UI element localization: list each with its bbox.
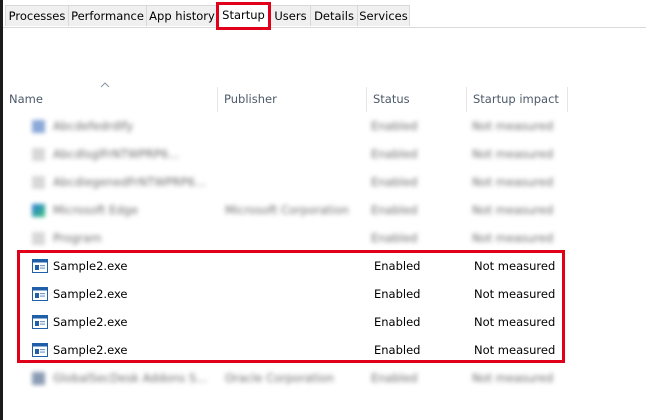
column-header-status[interactable]: Status (367, 87, 466, 112)
row-name: Sample2.exe (53, 315, 128, 329)
table-row[interactable]: Sample2.exe Enabled Not measured (3, 336, 646, 364)
tab-startup[interactable]: Startup (217, 2, 270, 29)
row-impact: Not measured (474, 343, 556, 357)
row-impact: Not measured (472, 175, 554, 189)
row-impact: Not measured (474, 287, 556, 301)
row-name: GlobalSecDesk Addons S... (53, 371, 208, 385)
application-window-icon (32, 259, 48, 273)
tab-app-history[interactable]: App history (146, 5, 218, 26)
table-row[interactable]: AbcdiegenedFrNTWPRP6... Enabled Not meas… (3, 168, 646, 196)
column-header-publisher[interactable]: Publisher (218, 87, 366, 112)
row-name: AbcdlsglFrNTWPRP6... (53, 147, 180, 161)
application-window-icon (32, 287, 48, 301)
row-impact: Not measured (472, 147, 554, 161)
row-name: Sample2.exe (53, 343, 128, 357)
row-publisher: Microsoft Corporation (225, 203, 349, 217)
table-row[interactable]: Sample2.exe Enabled Not measured (3, 308, 646, 336)
row-status: Enabled (371, 203, 418, 217)
row-name: AbcdiegenedFrNTWPRP6... (53, 175, 206, 189)
row-impact: Not measured (474, 259, 556, 273)
table-row[interactable]: Microsoft Edge Microsoft Corporation Ena… (3, 196, 646, 224)
table-row[interactable]: Sample2.exe Enabled Not measured (3, 280, 646, 308)
table-row[interactable]: GlobalSecDesk Addons S... Oracle Corpora… (3, 364, 646, 392)
row-status: Enabled (371, 371, 418, 385)
row-status: Enabled (371, 119, 418, 133)
row-name: AbcdefedrdIfy (53, 119, 134, 133)
row-impact: Not measured (472, 231, 554, 245)
row-status: Enabled (374, 343, 421, 357)
row-name: Sample2.exe (53, 287, 128, 301)
row-impact: Not measured (472, 203, 554, 217)
app-icon (32, 372, 45, 385)
app-icon (32, 120, 45, 133)
column-header-name[interactable]: Name (3, 87, 217, 112)
tab-services[interactable]: Services (357, 5, 410, 26)
row-status: Enabled (374, 315, 421, 329)
application-window-icon (32, 315, 48, 329)
row-impact: Not measured (474, 315, 556, 329)
table-row[interactable]: AbcdefedrdIfy Enabled Not measured (3, 112, 646, 140)
row-status: Enabled (371, 231, 418, 245)
row-name: Microsoft Edge (53, 203, 138, 217)
row-impact: Not measured (472, 119, 554, 133)
row-status: Enabled (371, 175, 418, 189)
row-status: Enabled (374, 259, 421, 273)
table-row[interactable]: AbcdlsglFrNTWPRP6... Enabled Not measure… (3, 140, 646, 168)
table-row[interactable]: Sample2.exe Enabled Not measured (3, 252, 646, 280)
app-icon (32, 232, 45, 245)
app-icon (32, 176, 45, 189)
tab-strip-divider (3, 27, 646, 28)
tab-users[interactable]: Users (270, 5, 311, 26)
application-window-icon (32, 343, 48, 357)
tab-processes[interactable]: Processes (5, 5, 69, 26)
row-name: Program (53, 231, 102, 245)
table-row[interactable]: Program Enabled Not measured (3, 224, 646, 252)
app-icon (32, 148, 45, 161)
row-status: Enabled (374, 287, 421, 301)
row-impact: Not measured (472, 371, 554, 385)
tab-performance[interactable]: Performance (68, 5, 147, 26)
tab-details[interactable]: Details (310, 5, 358, 26)
column-separator[interactable] (567, 87, 568, 112)
edge-icon (32, 204, 45, 217)
column-header-startup-impact[interactable]: Startup impact (467, 87, 567, 112)
row-publisher: Oracle Corporation (225, 371, 335, 385)
row-name: Sample2.exe (53, 259, 128, 273)
row-status: Enabled (371, 147, 418, 161)
